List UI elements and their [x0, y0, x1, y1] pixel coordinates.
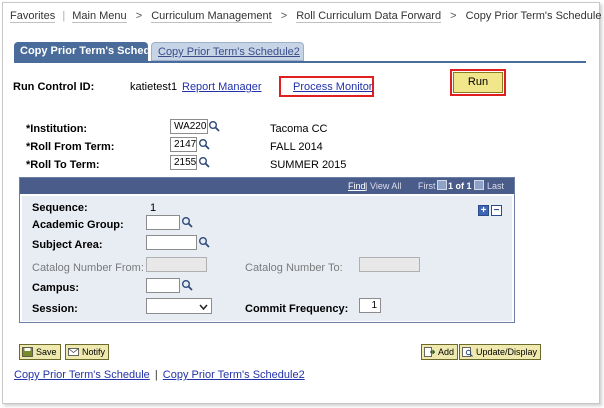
roll-to-lookup-icon[interactable] [198, 156, 210, 168]
breadcrumb-item-favorites[interactable]: Favorites [10, 10, 56, 23]
grid-prev-icon[interactable] [437, 180, 447, 190]
footer-separator: | [154, 369, 158, 381]
sequence-grid: Find | View All First 1 of 1 Last + − Se… [19, 177, 515, 323]
tab-underline [14, 61, 586, 63]
institution-description: Tacoma CC [270, 123, 328, 135]
campus-label: Campus: [32, 282, 80, 294]
grid-next-icon[interactable] [474, 180, 484, 190]
breadcrumb-trail: Favorites | Main Menu > Curriculum Manag… [10, 10, 602, 23]
breadcrumb-item-roll-curriculum[interactable]: Roll Curriculum Data Forward [296, 10, 442, 23]
update-display-icon [462, 347, 473, 357]
report-manager-link[interactable]: Report Manager [182, 81, 262, 93]
catalog-number-to-label: Catalog Number To: [245, 262, 343, 274]
update-display-button-label: Update/Display [476, 347, 538, 357]
campus-input[interactable] [146, 278, 180, 293]
grid-last: Last [487, 181, 505, 191]
catalog-number-from-input [146, 257, 207, 272]
academic-group-lookup-icon[interactable] [181, 216, 193, 228]
commit-frequency-input[interactable]: 1 [359, 298, 381, 313]
academic-group-input[interactable] [146, 215, 180, 230]
catalog-number-from-label: Catalog Number From: [32, 262, 144, 274]
subject-area-label: Subject Area: [32, 239, 103, 251]
session-select[interactable] [146, 298, 212, 314]
save-button-label: Save [36, 347, 57, 357]
grid-first: First [418, 181, 436, 191]
session-label: Session: [32, 303, 78, 315]
roll-to-term-description: SUMMER 2015 [270, 159, 347, 171]
institution-label: *Institution: [26, 123, 88, 135]
add-button[interactable]: Add [421, 344, 459, 360]
breadcrumb-item-main-menu[interactable]: Main Menu [72, 10, 127, 23]
breadcrumb-separator: > [280, 10, 288, 22]
add-button-label: Add [438, 347, 455, 357]
roll-to-term-input[interactable]: 2155 [170, 155, 197, 170]
roll-from-term-label: *Roll From Term: [26, 141, 115, 153]
grid-header-separator: | [365, 181, 368, 191]
footer-link-copy-prior-term-schedule2[interactable]: Copy Prior Term's Schedule2 [163, 369, 305, 381]
grid-row-count: 1 of 1 [448, 181, 472, 191]
add-icon [424, 347, 436, 357]
breadcrumb-item-copy-prior-term: Copy Prior Term's Schedule [465, 10, 602, 22]
grid-find-link[interactable]: Find [348, 181, 366, 191]
sequence-label: Sequence: [32, 202, 88, 214]
process-monitor-link[interactable]: Process Monitor [293, 81, 372, 93]
campus-lookup-icon[interactable] [181, 279, 193, 291]
academic-group-label: Academic Group: [32, 219, 124, 231]
breadcrumb-separator: > [450, 10, 457, 22]
roll-from-term-input[interactable]: 2147 [170, 137, 197, 152]
run-control-id-value: katietest1 [130, 81, 178, 93]
grid-view-all[interactable]: View All [370, 181, 401, 191]
subject-area-input[interactable] [146, 235, 197, 250]
breadcrumb-separator: | [62, 10, 66, 22]
subject-area-lookup-icon[interactable] [198, 236, 210, 248]
commit-frequency-label: Commit Frequency: [245, 303, 349, 315]
footer-page-links: Copy Prior Term's Schedule | Copy Prior … [14, 369, 305, 381]
grid-body: + − Sequence: 1 Academic Group: Subject … [22, 196, 512, 321]
breadcrumb-separator: > [135, 10, 143, 22]
chevron-down-icon [199, 302, 208, 314]
roll-from-term-description: FALL 2014 [270, 141, 323, 153]
roll-to-term-label: *Roll To Term: [26, 159, 100, 171]
institution-input[interactable]: WA220 [170, 119, 208, 134]
breadcrumb-item-curriculum-management[interactable]: Curriculum Management [151, 10, 272, 23]
notify-button[interactable]: Notify [65, 344, 110, 360]
institution-lookup-icon[interactable] [208, 120, 220, 132]
grid-header: Find | View All First 1 of 1 Last [20, 178, 514, 194]
update-display-button[interactable]: Update/Display [459, 344, 542, 360]
run-button[interactable]: Run [453, 72, 503, 93]
delete-row-icon[interactable]: − [491, 205, 502, 216]
footer-link-copy-prior-term-schedule[interactable]: Copy Prior Term's Schedule [14, 369, 150, 381]
add-row-icon[interactable]: + [478, 205, 489, 216]
save-button[interactable]: Save [19, 344, 61, 360]
notify-button-label: Notify [82, 347, 106, 357]
roll-from-lookup-icon[interactable] [198, 138, 210, 150]
save-icon [22, 347, 33, 357]
catalog-number-to-input [359, 257, 420, 272]
tab-copy-prior-term-schedule[interactable]: Copy Prior Term's Schedule [14, 42, 166, 61]
sequence-value: 1 [150, 202, 157, 214]
notify-icon [68, 347, 79, 357]
run-control-id-label: Run Control ID: [13, 81, 95, 93]
tab-copy-prior-term-schedule2[interactable]: Copy Prior Term's Schedule2 [151, 42, 304, 61]
